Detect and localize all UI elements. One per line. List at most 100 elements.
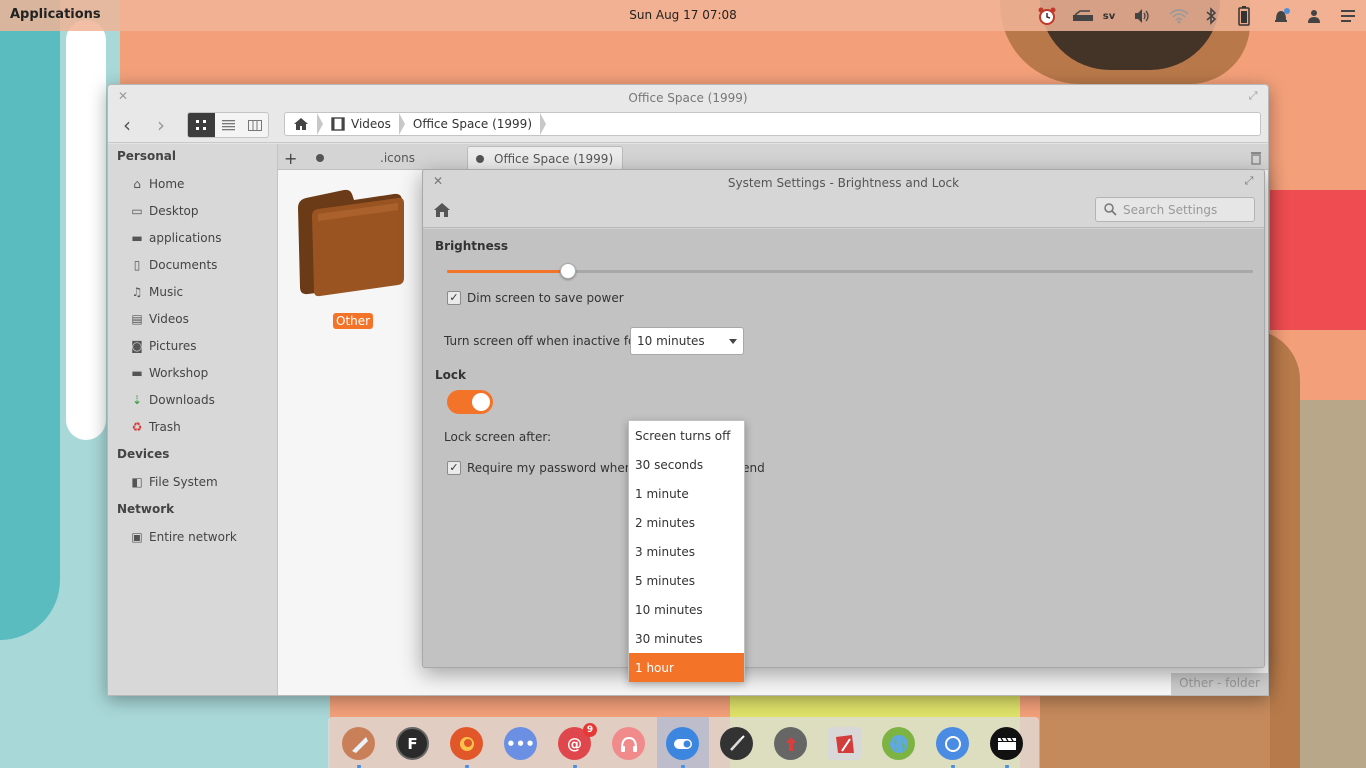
maximize-icon[interactable]: ⤢ [1242,174,1256,188]
dim-screen-checkbox[interactable]: ✓ [447,291,461,305]
view-mode-switcher [187,112,269,138]
brightness-slider-fill [447,270,568,273]
file-manager-toolbar: ‹ › Videos Office Space (1999) [108,111,1268,143]
dropdown-option[interactable]: 30 seconds [629,450,744,479]
globe-icon[interactable] [882,727,915,760]
files-app-icon[interactable] [342,727,375,760]
sidebar-item-pictures[interactable]: ◙ Pictures [129,336,196,356]
mail-app-icon[interactable]: @9 [558,723,597,760]
breadcrumb-current[interactable]: Office Space (1999) [399,113,547,135]
column-view-button[interactable] [241,113,268,137]
breadcrumb-home[interactable] [285,113,323,135]
sidebar-heading-network: Network [117,502,175,516]
sidebar-item-home[interactable]: ⌂ Home [129,174,184,194]
lock-after-label: Lock screen after: [444,430,552,444]
trash-tabs-icon[interactable] [1250,146,1262,170]
lock-after-dropdown: Screen turns off 30 seconds 1 minute 2 m… [628,420,745,682]
dropdown-option[interactable]: 10 minutes [629,595,744,624]
breadcrumb-videos[interactable]: Videos [317,113,405,135]
home-icon[interactable] [433,202,451,220]
lock-toggle[interactable] [447,390,493,414]
sidebar-item-documents[interactable]: ▯ Documents [129,255,218,275]
sidebar-heading-personal: Personal [117,149,176,163]
dropdown-option[interactable]: 30 minutes [629,624,744,653]
document-viewer-icon[interactable] [828,727,861,760]
dropdown-option-selected[interactable]: 1 hour [629,653,744,682]
dock: F ••• @9 [328,717,1039,768]
search-field[interactable] [1095,197,1255,222]
trash-icon: ♻ [131,420,143,434]
file-manager-titlebar[interactable]: ✕ Office Space (1999) ⤢ [108,85,1268,111]
dropdown-option[interactable]: 1 minute [629,479,744,508]
applications-menu[interactable]: Applications [10,7,101,22]
tab-office-space[interactable]: Office Space (1999) [467,146,623,170]
video-player-icon[interactable] [990,727,1023,760]
screen-off-combo[interactable]: 10 minutes [630,327,744,355]
brightness-slider-handle[interactable] [559,263,576,279]
sidebar-item-desktop[interactable]: ▭ Desktop [129,201,198,221]
search-input[interactable] [1123,202,1243,217]
path-bar[interactable]: Videos Office Space (1999) [284,112,1261,136]
back-button[interactable]: ‹ [114,114,140,138]
network-icon: ▣ [131,530,143,544]
firefox-icon[interactable] [450,727,483,760]
f-app-icon[interactable]: F [396,727,429,760]
wifi-icon[interactable] [1168,6,1190,26]
maximize-icon[interactable]: ⤢ [1246,89,1260,103]
sidebar-item-downloads[interactable]: ⇣ Downloads [129,390,215,410]
clock[interactable]: Sun Aug 17 07:08 [629,8,737,22]
film-icon: ▤ [131,312,143,326]
screen-off-label: Turn screen off when inactive for: [444,334,645,348]
user-icon[interactable] [1303,6,1325,26]
dim-screen-checkbox-row[interactable]: ✓ Dim screen to save power [447,289,624,307]
dropdown-option[interactable]: 5 minutes [629,566,744,595]
forward-button[interactable]: › [148,114,174,138]
desktop-icon: ▭ [131,204,143,218]
keyboard-layout-indicator[interactable]: sv [1098,6,1120,26]
settings-body: Brightness ✓ Dim screen to save power Tu… [423,229,1264,667]
volume-icon[interactable] [1131,6,1153,26]
tab-close-icon[interactable] [476,154,484,163]
brightness-heading: Brightness [435,239,509,253]
chevron-down-icon [729,339,737,344]
film-icon [331,117,345,131]
folder-icon[interactable] [294,186,406,298]
icon-view-button[interactable] [188,113,215,137]
sidebar-item-music[interactable]: ♫ Music [129,282,184,302]
camera-icon: ◙ [131,339,143,353]
settings-toolbar [423,196,1264,228]
messaging-app-icon[interactable]: ••• [504,727,537,760]
transmission-icon[interactable] [774,727,807,760]
tab-icons[interactable]: .icons [308,146,458,170]
sidebar: Personal ⌂ Home ▭ Desktop ▬ applications ▯ D… [108,144,278,695]
battery-icon[interactable] [1233,6,1255,26]
sidebar-item-videos[interactable]: ▤ Videos [129,309,189,329]
window-title: Office Space (1999) [628,91,748,105]
sidebar-item-entire-network[interactable]: ▣ Entire network [129,527,237,547]
folder-label[interactable]: Other [333,313,374,329]
require-password-checkbox[interactable]: ✓ [447,461,461,475]
sidebar-item-trash[interactable]: ♻ Trash [129,417,181,437]
paint-brush-icon[interactable] [720,727,753,760]
settings-window: ✕ System Settings - Brightness and Lock … [422,169,1265,668]
sidebar-item-applications[interactable]: ▬ applications [129,228,221,248]
home-icon: ⌂ [133,177,141,191]
sidebar-item-workshop[interactable]: ▬ Workshop [129,363,208,383]
new-tab-button[interactable]: + [284,146,297,170]
list-view-button[interactable] [215,113,242,137]
tab-close-icon[interactable] [316,154,324,162]
settings-app-icon[interactable] [666,727,699,760]
dropdown-option[interactable]: 2 minutes [629,508,744,537]
dropdown-option[interactable]: Screen turns off [629,421,744,450]
notifications-icon[interactable] [1270,6,1292,26]
dropdown-option[interactable]: 3 minutes [629,537,744,566]
system-menu-icon[interactable] [1337,6,1359,26]
network-wired-icon[interactable] [1072,6,1094,26]
headphones-icon[interactable] [612,727,645,760]
settings-titlebar[interactable]: ✕ System Settings - Brightness and Lock … [423,170,1264,196]
sidebar-item-file-system[interactable]: ◧ File System [129,472,217,492]
drive-icon: ◧ [131,475,143,489]
alarm-clock-icon[interactable] [1036,6,1058,26]
browser-icon[interactable] [936,727,969,760]
bluetooth-icon[interactable] [1200,6,1222,26]
